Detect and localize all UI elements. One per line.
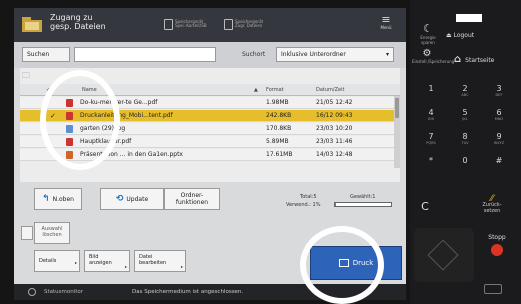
control-panel: ☾ Energie sparen ⏏ Logout ⚙ Einstell./Sp… bbox=[410, 0, 521, 304]
column-format[interactable]: Format bbox=[266, 87, 284, 93]
search-scope-label: Suchort bbox=[242, 51, 266, 58]
reset-button[interactable]: ⁄⁄ Zurück-setzen bbox=[472, 195, 512, 215]
keypad-key-2[interactable]: 3 DEF bbox=[484, 84, 514, 97]
start-diamond-icon bbox=[427, 239, 459, 271]
file-date: 16/12 09:43 bbox=[316, 112, 353, 119]
update-button[interactable]: ⟲ Update bbox=[100, 188, 164, 210]
user-label-bar bbox=[456, 14, 482, 22]
annotation-circle-file bbox=[40, 70, 120, 170]
hamburger-icon: ≡ bbox=[381, 13, 391, 26]
keypad-key-9[interactable]: * bbox=[416, 156, 446, 165]
keypad-key-8[interactable]: 9 WXYZ bbox=[484, 132, 514, 145]
top-bar: Zugang zu gesp. Dateien Speichergerät Spe… bbox=[14, 8, 406, 42]
keypad-key-5[interactable]: 6 MNO bbox=[484, 108, 514, 121]
status-message: Das Speichermedium ist angeschlossen. bbox=[132, 289, 244, 295]
stop-button[interactable]: Stopp bbox=[480, 234, 514, 256]
folder-up-icon[interactable]: 🗀 bbox=[22, 71, 30, 80]
file-size: 242.8KB bbox=[266, 112, 292, 119]
keypad-key-1[interactable]: 2 ABC bbox=[450, 84, 480, 97]
refresh-icon: ⟲ bbox=[115, 194, 124, 204]
keypad-key-3[interactable]: 4 GHI bbox=[416, 108, 446, 121]
table-scrollbar[interactable] bbox=[394, 96, 400, 168]
file-date: 23/03 11:46 bbox=[316, 138, 353, 145]
keypad-key-6[interactable]: 7 PQRS bbox=[416, 132, 446, 145]
status-monitor-icon bbox=[28, 288, 36, 296]
file-size: 1.98MB bbox=[266, 99, 289, 106]
keypad-key-11[interactable]: # bbox=[484, 156, 514, 165]
start-button[interactable] bbox=[414, 228, 474, 282]
usage-bar bbox=[334, 202, 392, 207]
chevron-down-icon: ▾ bbox=[385, 51, 389, 58]
gear-icon: ⚙ bbox=[422, 48, 432, 59]
file-size: 17.61MB bbox=[266, 151, 293, 158]
file-size: 170.8KB bbox=[266, 125, 292, 132]
table-toolbar: 🗀 bbox=[22, 70, 30, 84]
keypad-key-10[interactable]: 0 bbox=[450, 156, 480, 165]
home-icon: ⌂ bbox=[454, 54, 462, 65]
search-input[interactable] bbox=[74, 47, 216, 62]
edit-file-button[interactable]: Datei bearbeiten ▸ bbox=[134, 250, 186, 272]
storage-icon bbox=[164, 18, 173, 30]
selection-checkbox[interactable] bbox=[21, 226, 33, 240]
storage-access-button[interactable]: Speichergerät Zugr. Dateien bbox=[224, 16, 263, 32]
search-scope-select[interactable]: Inklusive Unterordner ▾ bbox=[276, 47, 394, 62]
column-date[interactable]: Datum/Zeit bbox=[316, 87, 344, 93]
folder-up-button[interactable]: ↰ N.oben bbox=[34, 188, 82, 210]
details-button[interactable]: Details ▸ bbox=[34, 250, 80, 272]
home-button[interactable]: ⌂ Startseite bbox=[454, 54, 494, 65]
folder-functions-button[interactable]: Ordner- funktionen bbox=[164, 188, 220, 210]
file-size: 5.89MB bbox=[266, 138, 289, 145]
folder-icon bbox=[22, 17, 42, 32]
status-monitor-button[interactable]: Statusmonitor bbox=[44, 284, 83, 300]
storage-icon bbox=[224, 18, 233, 30]
clear-selection-button[interactable]: Auswahl löschen bbox=[21, 222, 70, 244]
menu-button[interactable]: ≡ Menü bbox=[376, 14, 396, 30]
keypad-key-0[interactable]: 1 bbox=[416, 84, 446, 93]
stop-icon bbox=[491, 244, 503, 256]
search-row: Suchen Suchort Inklusive Unterordner ▾ bbox=[14, 42, 406, 68]
keypad-key-4[interactable]: 5 JKL bbox=[450, 108, 480, 121]
app-title: Zugang zu gesp. Dateien bbox=[50, 13, 106, 31]
settings-button[interactable]: ⚙ Einstell./Speicherung bbox=[412, 48, 454, 64]
clear-key[interactable]: C bbox=[410, 200, 440, 213]
keyboard-icon[interactable] bbox=[484, 284, 502, 294]
file-date: 21/05 12:42 bbox=[316, 99, 353, 106]
annotation-circle-print bbox=[300, 226, 384, 304]
file-date: 14/03 12:48 bbox=[316, 151, 353, 158]
arrow-up-icon: ↰ bbox=[42, 194, 50, 204]
sort-asc-icon: ▲ bbox=[254, 87, 258, 93]
file-date: 23/03 10:20 bbox=[316, 125, 353, 132]
energy-save-button[interactable]: ☾ Energie sparen bbox=[416, 22, 440, 45]
storage-card-usb-button[interactable]: Speichergerät Spei.-Karte/USB bbox=[164, 16, 207, 32]
logout-button[interactable]: ⏏ Logout bbox=[446, 32, 474, 39]
image-view-button[interactable]: Bild anzeigen ▸ bbox=[84, 250, 130, 272]
keypad-key-7[interactable]: 8 TUV bbox=[450, 132, 480, 145]
search-button[interactable]: Suchen bbox=[22, 47, 70, 62]
moon-icon: ☾ bbox=[423, 22, 433, 35]
